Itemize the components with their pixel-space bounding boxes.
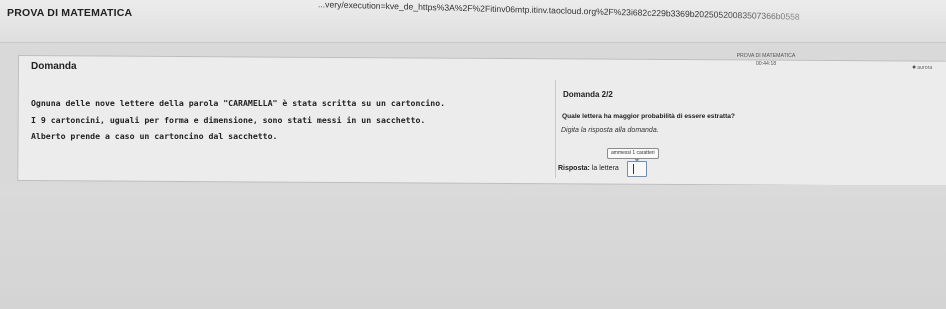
answer-label-bold: Risposta:: [558, 165, 590, 172]
user-label: aurora: [917, 65, 933, 71]
prompt-line-2: I 9 cartoncini, uguali per forma e dimen…: [31, 115, 426, 125]
timer: 00:44:18: [755, 61, 777, 67]
empty-area: [0, 185, 946, 309]
test-name: PROVA DI MATEMATICA: [736, 53, 796, 59]
section-title: Domanda: [31, 61, 77, 72]
user-icon: ●: [912, 64, 917, 71]
answer-input[interactable]: [627, 161, 647, 177]
column-divider: [555, 80, 556, 178]
prompt-line-1: Ognuna delle nove lettere della parola "…: [31, 98, 446, 108]
top-bar: PROVA DI MATEMATICA ...very/execution=kv…: [0, 0, 946, 43]
text-caret: [633, 164, 634, 174]
prompt-line-3: Alberto prende a caso un cartoncino dal …: [31, 131, 278, 141]
question-number: Domanda 2/2: [563, 90, 613, 99]
test-info: PROVA DI MATEMATICA 00:44:18: [736, 52, 796, 68]
url-text: ...very/execution=kve_de_https%3A%2F%2Fi…: [318, 0, 800, 22]
app-title: PROVA DI MATEMATICA: [7, 7, 133, 19]
answer-label: Risposta: la lettera: [558, 165, 619, 172]
question-text: Quale lettera ha maggior probabilità di …: [562, 113, 735, 120]
user-menu[interactable]: ●aurora: [912, 64, 932, 71]
answer-label-rest: la lettera: [591, 165, 619, 172]
character-limit-tooltip: ammessi 1 caratteri: [607, 148, 659, 162]
question-instruction: Digita la risposta alla domanda.: [561, 127, 659, 134]
